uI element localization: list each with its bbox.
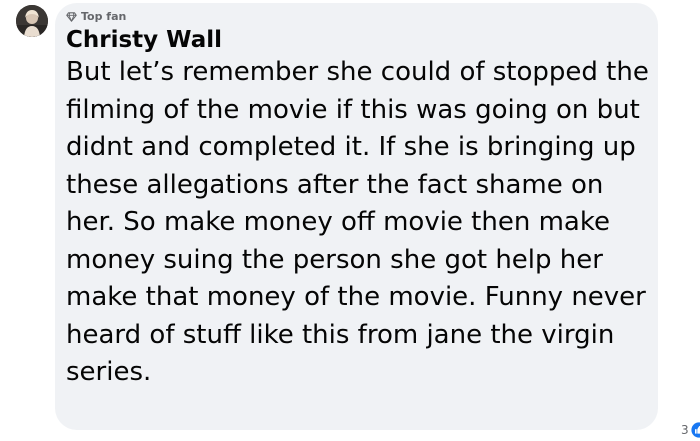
reaction-count: 3 [681, 423, 689, 437]
comment-text: But let’s remember she could of stopped … [66, 57, 649, 387]
like-icon [690, 421, 700, 439]
badge-label: Top fan [81, 10, 127, 23]
avatar[interactable] [16, 5, 48, 37]
diamond-icon [66, 11, 77, 22]
top-fan-badge: Top fan [66, 10, 126, 23]
comment-author[interactable]: Christy Wall [66, 25, 222, 55]
reaction-summary[interactable]: 3 [681, 421, 700, 439]
comment-bubble: Top fan Christy Wall But let’s remember … [55, 3, 700, 439]
